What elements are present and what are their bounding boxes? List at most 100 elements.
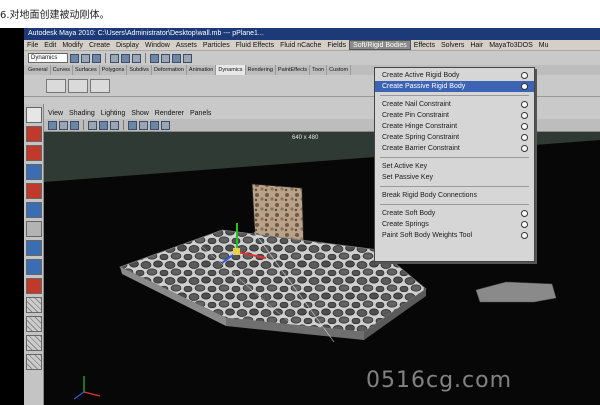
layout-preset-icon[interactable] <box>26 316 42 332</box>
lasso-tool-icon[interactable] <box>26 126 42 142</box>
menu-effects[interactable]: Effects <box>411 40 438 50</box>
option-box-icon[interactable] <box>521 232 528 239</box>
menu-assets[interactable]: Assets <box>173 40 200 50</box>
panel-menu-lighting[interactable]: Lighting <box>101 110 126 117</box>
four-view-layout-icon[interactable] <box>26 259 42 275</box>
menu-item-create-pin-constraint[interactable]: Create Pin Constraint <box>375 110 534 121</box>
menu-item-create-hinge-constraint[interactable]: Create Hinge Constraint <box>375 121 534 132</box>
paint-select-tool-icon[interactable] <box>26 145 42 161</box>
layout-preset-icon[interactable] <box>26 297 42 313</box>
shelf-tab-curves[interactable]: Curves <box>51 65 73 75</box>
menu-fluid-effects[interactable]: Fluid Effects <box>233 40 277 50</box>
menu-create[interactable]: Create <box>86 40 113 50</box>
resolution-gate-label: 640 x 480 <box>292 135 319 141</box>
shelf-tab-animation[interactable]: Animation <box>187 65 217 75</box>
option-box-icon[interactable] <box>521 112 528 119</box>
menu-edit[interactable]: Edit <box>41 40 59 50</box>
camera-attributes-icon[interactable] <box>48 120 57 130</box>
menu-separator <box>380 204 529 205</box>
snap-grid-icon[interactable] <box>150 53 159 63</box>
menu-particles[interactable]: Particles <box>200 40 233 50</box>
option-box-icon[interactable] <box>521 145 528 152</box>
menu-item-create-passive-rigid-body[interactable]: Create Passive Rigid Body <box>375 81 534 92</box>
option-box-icon[interactable] <box>521 72 528 79</box>
menu-file[interactable]: File <box>24 40 41 50</box>
panel-menu-show[interactable]: Show <box>131 110 149 117</box>
menu-modify[interactable]: Modify <box>59 40 86 50</box>
menu-fluid-ncache[interactable]: Fluid nCache <box>277 40 324 50</box>
option-box-icon[interactable] <box>521 134 528 141</box>
menu-item-create-springs[interactable]: Create Springs <box>375 219 534 230</box>
toolbox <box>24 104 44 405</box>
option-box-icon[interactable] <box>521 101 528 108</box>
menu-item-set-active-key[interactable]: Set Active Key <box>375 161 534 172</box>
menu-item-set-passive-key[interactable]: Set Passive Key <box>375 172 534 183</box>
snap-curve-icon[interactable] <box>161 53 170 63</box>
select-component-icon[interactable] <box>132 53 141 63</box>
menu-item-create-active-rigid-body[interactable]: Create Active Rigid Body <box>375 70 534 81</box>
grid-toggle-icon[interactable] <box>88 120 97 130</box>
snap-surface-icon[interactable] <box>183 53 192 63</box>
panel-menu-view[interactable]: View <box>48 110 63 117</box>
shelf-tab-general[interactable]: General <box>26 65 51 75</box>
save-scene-icon[interactable] <box>92 53 101 63</box>
shelf-tab-polygons[interactable]: Polygons <box>100 65 128 75</box>
new-scene-icon[interactable] <box>70 53 79 63</box>
select-tool-icon[interactable] <box>26 107 42 123</box>
shelf-button[interactable] <box>68 78 88 93</box>
layout-preset-icon[interactable] <box>26 354 42 370</box>
menu-item-break-rigid-body-connections[interactable]: Break Rigid Body Connections <box>375 190 534 201</box>
shelf-tab-painteffects[interactable]: PaintEffects <box>276 65 311 75</box>
smooth-shade-icon[interactable] <box>139 120 148 130</box>
menu-soft-rigid-bodies[interactable]: Soft/Rigid Bodies <box>349 40 411 50</box>
bookmarks-icon[interactable] <box>59 120 68 130</box>
menu-hair[interactable]: Hair <box>467 40 486 50</box>
shelf-tab-custom[interactable]: Custom <box>327 65 352 75</box>
menu-mu[interactable]: Mu <box>536 40 552 50</box>
option-box-icon[interactable] <box>521 83 528 90</box>
menu-item-create-barrier-constraint[interactable]: Create Barrier Constraint <box>375 143 534 154</box>
film-gate-icon[interactable] <box>99 120 108 130</box>
menu-item-create-spring-constraint[interactable]: Create Spring Constraint <box>375 132 534 143</box>
menu-item-create-nail-constraint[interactable]: Create Nail Constraint <box>375 99 534 110</box>
textured-icon[interactable] <box>150 120 159 130</box>
shelf-button[interactable] <box>46 78 66 93</box>
menu-set-select[interactable]: Dynamics <box>28 53 68 63</box>
manipulator-tool-icon[interactable] <box>26 221 42 237</box>
resolution-gate-icon[interactable] <box>110 120 119 130</box>
menu-mayato3dos[interactable]: MayaTo3DOS <box>486 40 536 50</box>
lighting-icon[interactable] <box>161 120 170 130</box>
shelf-tab-toon[interactable]: Toon <box>310 65 328 75</box>
select-hierarchy-icon[interactable] <box>110 53 119 63</box>
shelf-tab-surfaces[interactable]: Surfaces <box>73 65 100 75</box>
option-box-icon[interactable] <box>521 123 528 130</box>
select-object-icon[interactable] <box>121 53 130 63</box>
menu-separator <box>380 157 529 158</box>
shelf-tab-deformation[interactable]: Deformation <box>152 65 187 75</box>
image-plane-icon[interactable] <box>70 120 79 130</box>
panel-menu-panels[interactable]: Panels <box>190 110 211 117</box>
option-box-icon[interactable] <box>521 210 528 217</box>
scale-tool-icon[interactable] <box>26 202 42 218</box>
panel-menu-shading[interactable]: Shading <box>69 110 95 117</box>
menu-fields[interactable]: Fields <box>324 40 349 50</box>
rotate-tool-icon[interactable] <box>26 183 42 199</box>
shelf-tab-dynamics[interactable]: Dynamics <box>216 65 246 75</box>
shelf-button[interactable] <box>90 78 110 93</box>
open-scene-icon[interactable] <box>81 53 90 63</box>
wireframe-icon[interactable] <box>128 120 137 130</box>
snap-point-icon[interactable] <box>172 53 181 63</box>
layout-preset-icon[interactable] <box>26 335 42 351</box>
menu-display[interactable]: Display <box>113 40 142 50</box>
menu-item-create-soft-body[interactable]: Create Soft Body <box>375 208 534 219</box>
shelf-tab-subdivs[interactable]: Subdivs <box>127 65 152 75</box>
move-tool-icon[interactable] <box>26 164 42 180</box>
menu-item-paint-soft-body-weights-tool[interactable]: Paint Soft Body Weights Tool <box>375 230 534 241</box>
shelf-tab-rendering[interactable]: Rendering <box>246 65 276 75</box>
menu-solvers[interactable]: Solvers <box>438 40 467 50</box>
menu-window[interactable]: Window <box>142 40 173 50</box>
single-view-layout-icon[interactable] <box>26 240 42 256</box>
panel-menu-renderer[interactable]: Renderer <box>155 110 184 117</box>
option-box-icon[interactable] <box>521 221 528 228</box>
persp-outliner-layout-icon[interactable] <box>26 278 42 294</box>
